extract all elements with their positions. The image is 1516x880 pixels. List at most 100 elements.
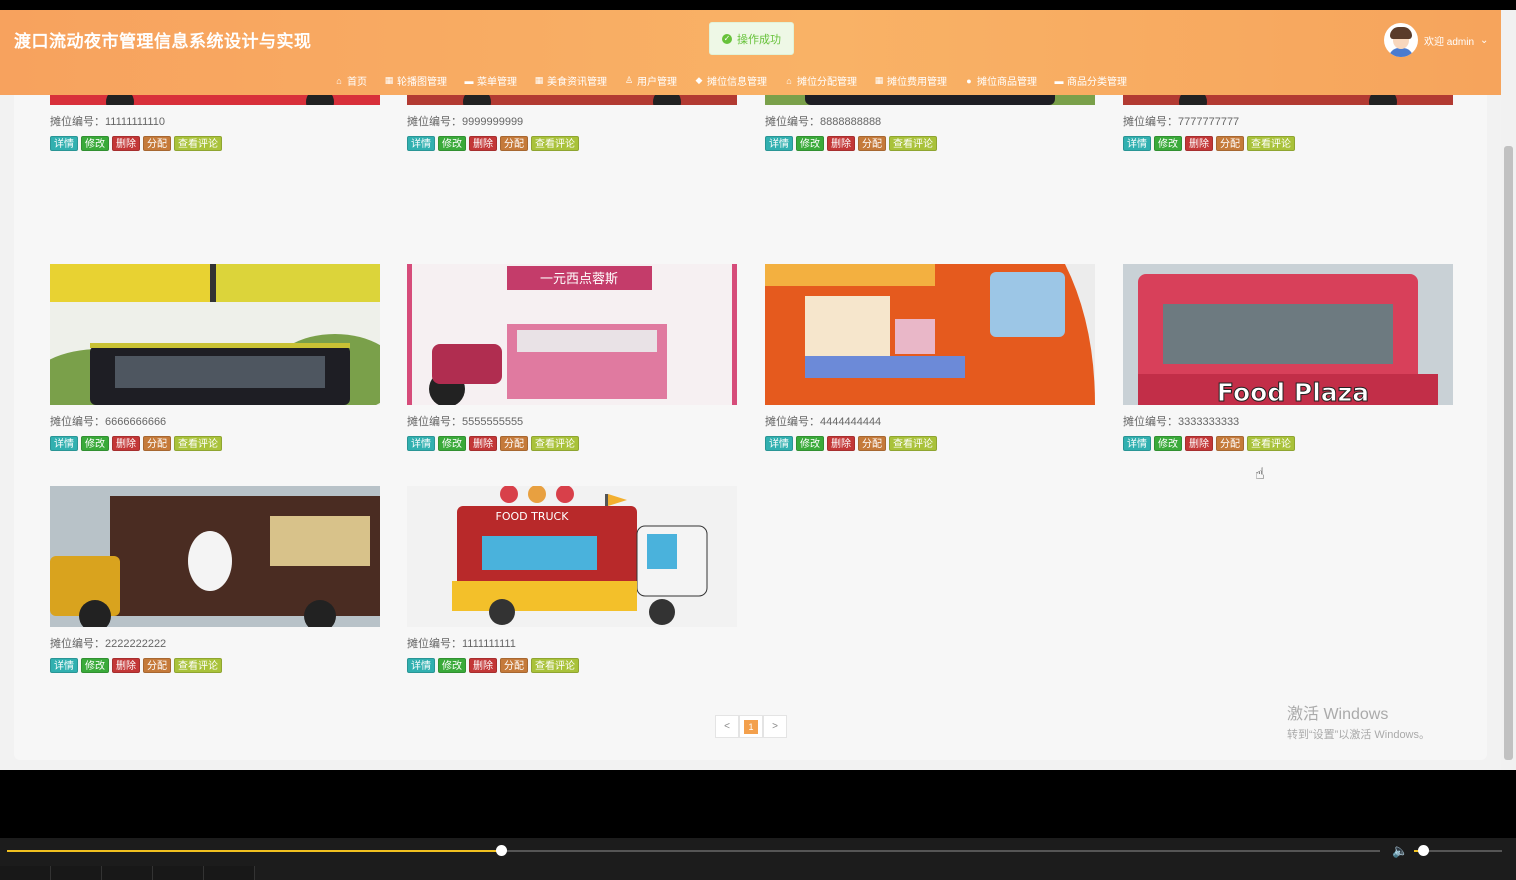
detail-button[interactable]: 详情	[407, 436, 435, 451]
view-reviews-button[interactable]: 查看评论	[889, 136, 937, 151]
stall-image[interactable]: 一元西点蓉斯	[407, 264, 737, 405]
detail-button[interactable]: 详情	[50, 136, 78, 151]
user-menu[interactable]: 欢迎 admin ⌄	[1384, 23, 1488, 57]
view-reviews-button[interactable]: 查看评论	[531, 658, 579, 673]
delete-button[interactable]: 删除	[1185, 136, 1213, 151]
grid-icon: ▦	[384, 75, 394, 85]
stall-code: 摊位编号：4444444444	[765, 416, 882, 428]
view-reviews-button[interactable]: 查看评论	[174, 658, 222, 673]
view-reviews-button[interactable]: 查看评论	[531, 436, 579, 451]
watermark-line1: 激活 Windows	[1287, 706, 1389, 723]
edit-button[interactable]: 修改	[438, 436, 466, 451]
assign-button[interactable]: 分配	[500, 136, 528, 151]
assign-button[interactable]: 分配	[1216, 136, 1244, 151]
view-reviews-button[interactable]: 查看评论	[889, 436, 937, 451]
assign-button[interactable]: 分配	[1216, 436, 1244, 451]
player-control-slot[interactable]	[102, 866, 153, 880]
nav-item-users[interactable]: ♙ 用户管理	[624, 73, 677, 88]
nav-item-goods-category[interactable]: ▬ 商品分类管理	[1054, 73, 1128, 89]
view-reviews-button[interactable]: 查看评论	[1247, 136, 1295, 151]
avatar[interactable]	[1384, 23, 1418, 57]
page-scrollbar[interactable]	[1501, 10, 1516, 770]
assign-button[interactable]: 分配	[858, 436, 886, 451]
view-reviews-button[interactable]: 查看评论	[174, 136, 222, 151]
detail-button[interactable]: 详情	[50, 658, 78, 673]
video-player-bar: 🔈	[0, 838, 1516, 880]
detail-button[interactable]: 详情	[407, 658, 435, 673]
progress-knob[interactable]	[496, 845, 508, 856]
delete-button[interactable]: 删除	[827, 436, 855, 451]
delete-button[interactable]: 删除	[469, 136, 497, 151]
detail-button[interactable]: 详情	[50, 436, 78, 451]
pagination: < 1 >	[715, 715, 787, 738]
assign-button[interactable]: 分配	[143, 436, 171, 451]
view-reviews-button[interactable]: 查看评论	[1247, 436, 1295, 451]
scrollbar-thumb[interactable]	[1504, 146, 1513, 760]
nav-item-menu[interactable]: ▬ 菜单管理	[464, 73, 518, 89]
stall-image[interactable]	[765, 264, 1095, 405]
stall-image[interactable]: Food Plaza	[1123, 264, 1453, 405]
detail-button[interactable]: 详情	[1123, 136, 1151, 151]
player-control-slot[interactable]	[51, 866, 102, 880]
tag-icon: ◆	[695, 75, 703, 85]
delete-button[interactable]: 删除	[469, 436, 497, 451]
stall-image[interactable]: FOOD TRUCK	[407, 486, 737, 627]
delete-button[interactable]: 删除	[112, 436, 140, 451]
detail-button[interactable]: 详情	[765, 136, 793, 151]
edit-button[interactable]: 修改	[1154, 136, 1182, 151]
assign-button[interactable]: 分配	[500, 436, 528, 451]
edit-button[interactable]: 修改	[796, 436, 824, 451]
player-control-slot[interactable]	[0, 866, 51, 880]
nav-item-stall-fees[interactable]: ▦ 摊位费用管理	[874, 73, 947, 88]
user-greeting: 欢迎 admin	[1424, 36, 1475, 48]
edit-button[interactable]: 修改	[438, 658, 466, 673]
nav-item-stall-assign[interactable]: ⌂ 摊位分配管理	[784, 73, 857, 89]
delete-button[interactable]: 删除	[112, 658, 140, 673]
stall-image[interactable]	[50, 486, 380, 627]
stall-image[interactable]	[50, 264, 380, 405]
stall-code: 摊位编号：3333333333	[1123, 416, 1240, 428]
detail-button[interactable]: 详情	[407, 136, 435, 151]
player-control-slot[interactable]	[153, 866, 204, 880]
bank-icon: ⌂	[786, 75, 792, 86]
delete-button[interactable]: 删除	[469, 658, 497, 673]
nav-item-stall-goods[interactable]: ● 摊位商品管理	[964, 73, 1037, 89]
delete-button[interactable]: 删除	[112, 136, 140, 151]
food-plaza-text: Food Plaza	[1217, 378, 1369, 405]
assign-button[interactable]: 分配	[500, 658, 528, 673]
delete-button[interactable]: 删除	[827, 136, 855, 151]
nav-item-home[interactable]: ⌂ 首页	[334, 73, 367, 89]
edit-button[interactable]: 修改	[438, 136, 466, 151]
volume-knob[interactable]	[1417, 845, 1429, 856]
player-control-slot[interactable]	[204, 866, 255, 880]
volume-icon[interactable]: 🔈	[1392, 843, 1408, 859]
nav-item-stall-info[interactable]: ◆ 摊位信息管理	[694, 73, 767, 88]
view-reviews-button[interactable]: 查看评论	[174, 436, 222, 451]
edit-button[interactable]: 修改	[796, 136, 824, 151]
nav-item-food-news[interactable]: ▦ 美食资讯管理	[534, 73, 607, 88]
playback-progress-bar[interactable]	[7, 845, 1380, 856]
nav-item-carousel[interactable]: ▦ 轮播图管理	[384, 73, 447, 88]
assign-button[interactable]: 分配	[143, 136, 171, 151]
edit-button[interactable]: 修改	[81, 136, 109, 151]
assign-button[interactable]: 分配	[858, 136, 886, 151]
detail-button[interactable]: 详情	[1123, 436, 1151, 451]
prev-page-button[interactable]: <	[715, 715, 739, 738]
top-nav: ⌂ 首页 ▦ 轮播图管理 ▬ 菜单管理 ▦ 美食资讯管理 ♙ 用户管理 ◆ 摊位信息管理 ⌂…	[334, 73, 1144, 88]
stall-card: 摊位编号：6666666666 详情 修改 删除 分配 查看评论	[50, 264, 380, 451]
home-icon: ⌂	[336, 75, 342, 86]
stall-card: 一元西点蓉斯 摊位编号：5555555555 详情 修改 删除 分配 查看评论	[407, 264, 737, 451]
next-page-button[interactable]: >	[763, 715, 787, 738]
edit-button[interactable]: 修改	[81, 436, 109, 451]
detail-button[interactable]: 详情	[765, 436, 793, 451]
page-1-button[interactable]: 1	[739, 715, 763, 738]
delete-button[interactable]: 删除	[1185, 436, 1213, 451]
assign-button[interactable]: 分配	[143, 658, 171, 673]
edit-button[interactable]: 修改	[1154, 436, 1182, 451]
view-reviews-button[interactable]: 查看评论	[531, 136, 579, 151]
volume-slider[interactable]	[1414, 845, 1502, 856]
chevron-down-icon[interactable]: ⌄	[1480, 35, 1488, 46]
edit-button[interactable]: 修改	[81, 658, 109, 673]
stall-list-panel: 摊位编号：11111111110 详情 修改 删除 分配 查看评论 摊位编号：9…	[14, 10, 1487, 760]
stall-code: 摊位编号：1111111111	[407, 638, 516, 650]
